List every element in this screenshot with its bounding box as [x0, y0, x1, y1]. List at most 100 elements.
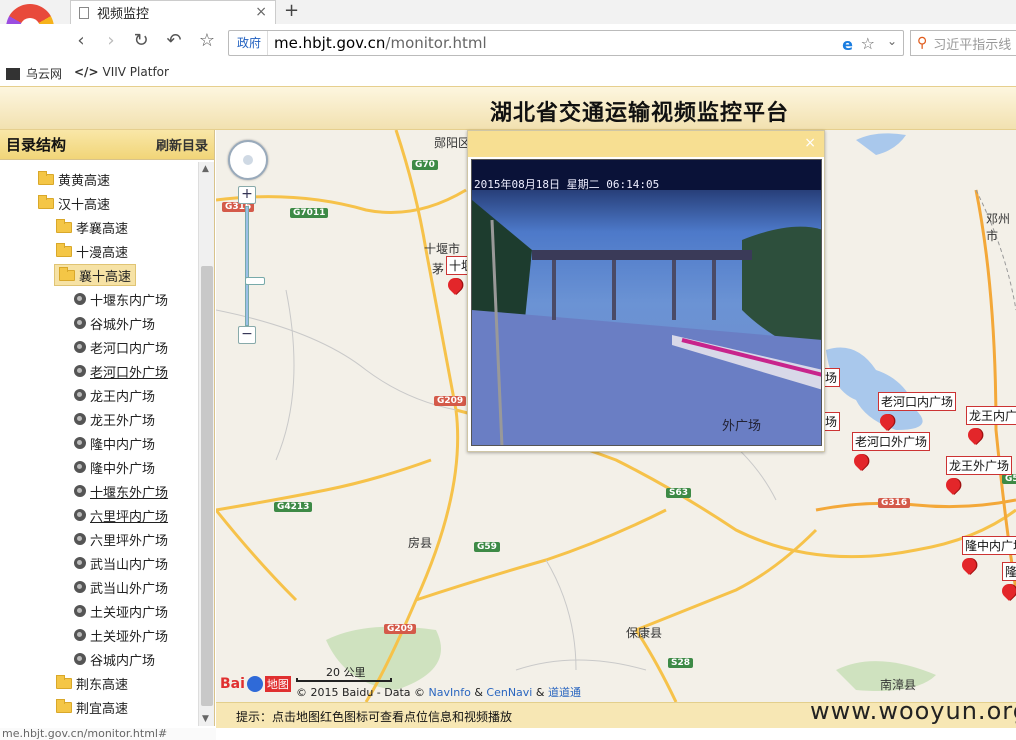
undo-button[interactable]: ↶: [163, 30, 185, 52]
reload-button[interactable]: ↻: [130, 30, 152, 52]
favorite-star-icon[interactable]: ☆: [196, 30, 218, 52]
bookmark-wooyun[interactable]: 乌云网: [6, 65, 62, 82]
zoom-out-button[interactable]: −: [238, 326, 256, 344]
camera-icon: [74, 437, 86, 449]
chevron-down-icon[interactable]: ⌄: [887, 34, 897, 48]
camera-icon: [74, 581, 86, 593]
camera-marker-pin[interactable]: [854, 454, 868, 472]
close-tab-icon[interactable]: ×: [255, 4, 267, 20]
tree-item-label: 汉十高速: [58, 197, 111, 213]
zoom-slider-track[interactable]: [245, 206, 265, 326]
tree-folder-item[interactable]: 荆东高速: [56, 672, 128, 694]
camera-marker-pin[interactable]: [448, 278, 462, 296]
camera-icon: [74, 653, 86, 665]
marker-label[interactable]: 老河口外广场: [852, 432, 931, 451]
tree-folder-item[interactable]: 荆宜高速: [56, 696, 128, 718]
tree-camera-item[interactable]: 武当山外广场: [74, 576, 168, 598]
tree-item-label: 隆中内广场: [90, 437, 156, 453]
camera-icon: [74, 317, 86, 329]
tree-item-label: 十堰东内广场: [90, 293, 169, 309]
folder-icon: [56, 242, 72, 257]
camera-icon: [74, 341, 86, 353]
video-caption: 外广场: [722, 419, 762, 434]
camera-marker-pin[interactable]: [880, 414, 894, 432]
tree-camera-item[interactable]: 龙王内广场: [74, 384, 155, 406]
camera-video-feed[interactable]: 2015年08月18日 星期二 06:14:05 外广场: [471, 159, 822, 446]
tree-item-label: 武当山内广场: [90, 557, 169, 573]
tree-item-label: 土关垭外广场: [90, 629, 169, 645]
daodao-link[interactable]: 道道通: [548, 686, 581, 699]
tree-camera-item[interactable]: 六里坪外广场: [74, 528, 168, 550]
map-zoom-control[interactable]: + −: [238, 186, 265, 346]
tree-item-label: 荆东高速: [76, 677, 129, 693]
tree-camera-item[interactable]: 土关垭内广场: [74, 600, 168, 622]
camera-marker-pin[interactable]: [968, 428, 982, 446]
address-bar[interactable]: 政府 me.hbjt.gov.cn/monitor.html e ☆ ⌄: [228, 30, 904, 56]
tree-camera-item[interactable]: 武当山内广场: [74, 552, 168, 574]
baidu-map-logo[interactable]: Bai 地图: [220, 676, 291, 692]
wooyun-icon: [6, 67, 20, 80]
tree-folder-item[interactable]: 十漫高速: [56, 240, 128, 262]
marker-label[interactable]: 龙王内广: [966, 406, 1016, 425]
map-pan-control[interactable]: [228, 140, 268, 180]
sidebar-scrollbar[interactable]: ▲ ▼: [198, 162, 214, 726]
scroll-down-icon[interactable]: ▼: [202, 714, 209, 724]
tree-camera-item[interactable]: 老河口外广场: [74, 360, 168, 382]
tree-camera-item[interactable]: 十堰东内广场: [74, 288, 168, 310]
tree-camera-item[interactable]: 龙王外广场: [74, 408, 155, 430]
zoom-in-button[interactable]: +: [238, 186, 256, 204]
back-button[interactable]: ‹: [70, 30, 92, 52]
camera-marker-pin[interactable]: [962, 558, 976, 576]
tree-item-label: 土关垭内广场: [90, 605, 169, 621]
bookmark-star-icon[interactable]: ☆: [861, 34, 875, 53]
footer-tip: 提示：点击地图红色图标可查看点位信息和视频播放: [236, 710, 513, 724]
document-icon: [79, 6, 89, 19]
place-baokang: 保康县: [626, 626, 663, 640]
tree-folder-item[interactable]: 汉十高速: [38, 192, 110, 214]
camera-marker-pin[interactable]: [1002, 584, 1016, 602]
tree-folder-item[interactable]: 孝襄高速: [56, 216, 128, 238]
tree-camera-item[interactable]: 老河口内广场: [74, 336, 168, 358]
forward-button[interactable]: ›: [100, 30, 122, 52]
tree-camera-item[interactable]: 六里坪内广场: [74, 504, 168, 526]
camera-icon: [74, 365, 86, 377]
marker-label[interactable]: 隆: [1002, 562, 1016, 581]
tree-item-label: 武当山外广场: [90, 581, 169, 597]
camera-marker-pin[interactable]: [946, 478, 960, 496]
navinfo-link[interactable]: NavInfo: [429, 686, 471, 699]
marker-label[interactable]: 隆中内广场: [962, 536, 1016, 555]
tree-item-label: 六里坪外广场: [90, 533, 169, 549]
cennavi-link[interactable]: CenNavi: [486, 686, 532, 699]
baidu-paw-icon: [246, 676, 263, 692]
camera-icon: [74, 509, 86, 521]
tree-camera-item[interactable]: 十堰东外广场: [74, 480, 168, 502]
highway-badge-s63: S63: [666, 488, 692, 498]
tree-item-label: 黄黄高速: [58, 173, 111, 189]
popup-header: ×: [468, 131, 824, 157]
camera-icon: [74, 389, 86, 401]
zoom-slider-knob[interactable]: [245, 277, 265, 285]
close-icon[interactable]: ×: [804, 135, 816, 151]
scroll-up-icon[interactable]: ▲: [202, 164, 209, 174]
marker-label[interactable]: 龙王外广场: [946, 456, 1013, 475]
tree-camera-item[interactable]: 隆中外广场: [74, 456, 155, 478]
tree-item-label: 六里坪内广场: [90, 509, 169, 525]
tree-camera-item[interactable]: 土关垭外广场: [74, 624, 168, 646]
tree-camera-item[interactable]: 谷城外广场: [74, 312, 155, 334]
tree-folder-item[interactable]: 襄十高速: [54, 264, 137, 286]
address-url[interactable]: me.hbjt.gov.cn/monitor.html: [268, 34, 487, 52]
scrollbar-thumb[interactable]: [201, 266, 213, 706]
new-tab-button[interactable]: +: [284, 0, 299, 21]
search-box[interactable]: ⚲ 习近平指示线: [910, 30, 1016, 56]
place-mao: 茅: [432, 262, 445, 276]
refresh-directory-button[interactable]: 刷新目录: [156, 135, 208, 154]
watermark: www.wooyun.org: [810, 697, 1016, 725]
tree-camera-item[interactable]: 隆中内广场: [74, 432, 155, 454]
bookmark-viiv[interactable]: </> VIIV Platfor: [74, 65, 169, 79]
ie-mode-icon[interactable]: e: [842, 35, 853, 54]
directory-sidebar: 目录结构 刷新目录 黄黄高速 汉十高速 孝襄高速 十漫高速 襄十高速 十堰东内广场 谷城外广…: [0, 130, 215, 726]
marker-label[interactable]: 老河口内广场: [878, 392, 957, 411]
tree-folder-item[interactable]: 黄黄高速: [38, 168, 110, 190]
tree-camera-item[interactable]: 谷城内广场: [74, 648, 155, 670]
browser-tab[interactable]: 视频监控 ×: [70, 0, 276, 24]
